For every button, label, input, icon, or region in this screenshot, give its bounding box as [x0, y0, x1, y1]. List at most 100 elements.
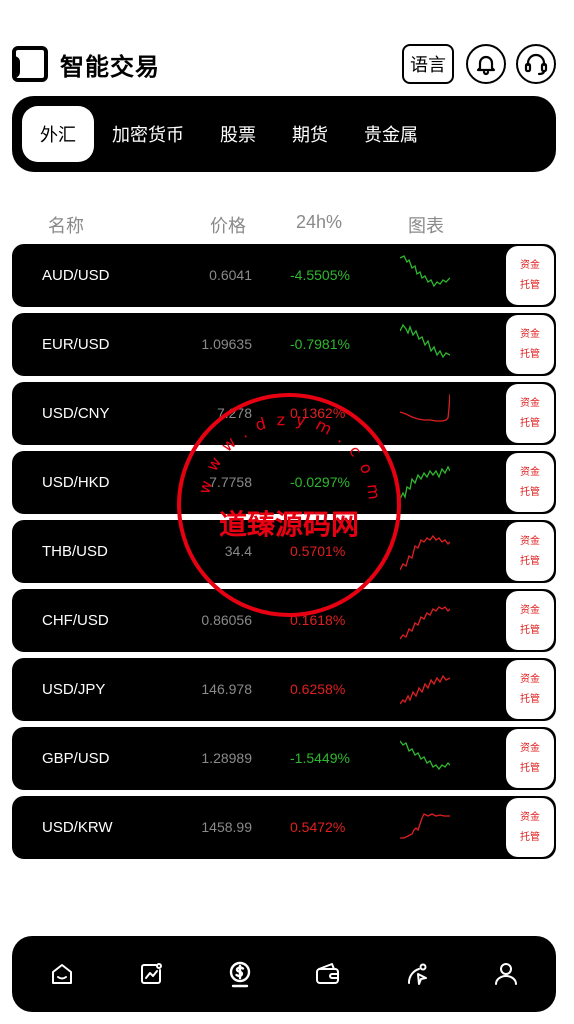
custody-label-2: 托管 — [520, 417, 540, 429]
custody-button[interactable]: 资金 托管 — [506, 246, 554, 305]
row-change: 0.5472% — [290, 819, 346, 835]
notification-button[interactable] — [466, 44, 506, 84]
row-change: 0.5701% — [290, 543, 346, 559]
custody-label-1: 资金 — [520, 397, 540, 409]
row-symbol: GBP/USD — [42, 750, 110, 767]
tab-crypto[interactable]: 加密货币 — [94, 106, 202, 162]
row-price: 0.6041 — [209, 267, 252, 283]
row-change: 0.6258% — [290, 681, 346, 697]
support-button[interactable] — [516, 44, 556, 84]
sparkline-chart — [400, 740, 450, 771]
row-change: -4.5505% — [290, 267, 350, 283]
column-header-price: 价格 — [210, 216, 246, 236]
row-price: 1458.99 — [201, 819, 252, 835]
headset-icon — [524, 53, 548, 76]
custody-label-2: 托管 — [520, 831, 540, 843]
row-price: 146.978 — [201, 681, 252, 697]
tab-stocks[interactable]: 股票 — [202, 106, 274, 162]
sparkline-chart — [400, 255, 450, 288]
brand: 智能交易 — [12, 46, 160, 82]
custody-label-2: 托管 — [520, 486, 540, 498]
column-header-chart: 图表 — [408, 216, 444, 236]
sparkline-chart — [400, 465, 450, 500]
nav-trade[interactable] — [210, 944, 270, 1004]
custody-label-1: 资金 — [520, 328, 540, 340]
app-logo-icon — [12, 46, 48, 82]
discover-icon — [407, 963, 427, 985]
market-row[interactable]: GBP/USD 1.28989 -1.5449% 资金 托管 — [12, 727, 556, 790]
row-price: 34.4 — [224, 543, 252, 559]
bell-icon — [476, 55, 496, 76]
custody-button[interactable]: 资金 托管 — [506, 453, 554, 512]
row-symbol: CHF/USD — [42, 612, 109, 629]
language-button[interactable]: 语言 — [402, 44, 454, 84]
sparkline-chart — [400, 674, 450, 705]
custody-label-1: 资金 — [520, 535, 540, 547]
row-change: 0.1618% — [290, 612, 346, 628]
market-row[interactable]: USD/JPY 146.978 0.6258% 资金 托管 — [12, 658, 556, 721]
custody-button[interactable]: 资金 托管 — [506, 522, 554, 581]
market-row[interactable]: USD/CNY 7.278 0.1362% 资金 托管 — [12, 382, 556, 445]
custody-button[interactable]: 资金 托管 — [506, 384, 554, 443]
custody-label-2: 托管 — [520, 624, 540, 636]
market-row[interactable]: USD/HKD 7.7758 -0.0297% 资金 托管 — [12, 451, 556, 514]
category-tabs: 外汇 加密货币 股票 期货 贵金属 — [12, 96, 556, 172]
column-header-name: 名称 — [48, 216, 84, 236]
profile-icon — [494, 963, 517, 985]
sparkline-chart — [400, 323, 450, 359]
custody-label-1: 资金 — [520, 604, 540, 616]
row-symbol: THB/USD — [42, 543, 108, 560]
row-symbol: USD/KRW — [42, 819, 113, 836]
tab-forex[interactable]: 外汇 — [22, 106, 94, 162]
custody-label-2: 托管 — [520, 762, 540, 774]
custody-label-2: 托管 — [520, 279, 540, 291]
custody-label-1: 资金 — [520, 259, 540, 271]
custody-button[interactable]: 资金 托管 — [506, 729, 554, 788]
sparkline-chart — [400, 393, 450, 422]
custody-label-1: 资金 — [520, 466, 540, 478]
market-chart-icon — [140, 963, 162, 984]
nav-wallet[interactable] — [298, 944, 358, 1004]
sparkline-chart — [400, 534, 450, 571]
custody-label-2: 托管 — [520, 555, 540, 567]
market-row[interactable]: EUR/USD 1.09635 -0.7981% 资金 托管 — [12, 313, 556, 376]
market-list: AUD/USD 0.6041 -4.5505% 资金 托管 EUR/USD 1.… — [12, 244, 556, 865]
bottom-navigation — [12, 936, 556, 1012]
sparkline-chart — [400, 813, 450, 839]
header: 智能交易 语言 — [12, 40, 560, 90]
row-change: -0.7981% — [290, 336, 350, 352]
row-symbol: USD/CNY — [42, 405, 110, 422]
custody-label-1: 资金 — [520, 811, 540, 823]
nav-profile[interactable] — [476, 944, 536, 1004]
row-price: 1.09635 — [201, 336, 252, 352]
custody-button[interactable]: 资金 托管 — [506, 315, 554, 374]
home-icon — [52, 964, 73, 984]
wallet-icon — [316, 963, 340, 984]
tab-precious-metals[interactable]: 贵金属 — [346, 106, 436, 162]
nav-discover[interactable] — [387, 944, 447, 1004]
row-price: 7.7758 — [209, 474, 252, 490]
nav-market[interactable] — [121, 944, 181, 1004]
market-row[interactable]: CHF/USD 0.86056 0.1618% 资金 托管 — [12, 589, 556, 652]
row-change: 0.1362% — [290, 405, 346, 421]
custody-label-1: 资金 — [520, 673, 540, 685]
custody-button[interactable]: 资金 托管 — [506, 798, 554, 857]
market-row[interactable]: THB/USD 34.4 0.5701% 资金 托管 — [12, 520, 556, 583]
row-price: 1.28989 — [201, 750, 252, 766]
column-header-change: 24h% — [296, 212, 343, 232]
nav-home[interactable] — [32, 944, 92, 1004]
tab-futures[interactable]: 期货 — [274, 106, 346, 162]
app-title: 智能交易 — [60, 53, 160, 81]
custody-button[interactable]: 资金 托管 — [506, 660, 554, 719]
row-symbol: USD/JPY — [42, 681, 106, 698]
trade-dollar-icon — [229, 961, 250, 988]
market-row[interactable]: AUD/USD 0.6041 -4.5505% 资金 托管 — [12, 244, 556, 307]
market-row[interactable]: USD/KRW 1458.99 0.5472% 资金 托管 — [12, 796, 556, 859]
custody-button[interactable]: 资金 托管 — [506, 591, 554, 650]
row-symbol: AUD/USD — [42, 267, 110, 284]
row-price: 0.86056 — [201, 612, 252, 628]
row-price: 7.278 — [216, 405, 252, 421]
custody-label-2: 托管 — [520, 348, 540, 360]
custody-label-2: 托管 — [520, 693, 540, 705]
row-change: -0.0297% — [290, 474, 350, 490]
